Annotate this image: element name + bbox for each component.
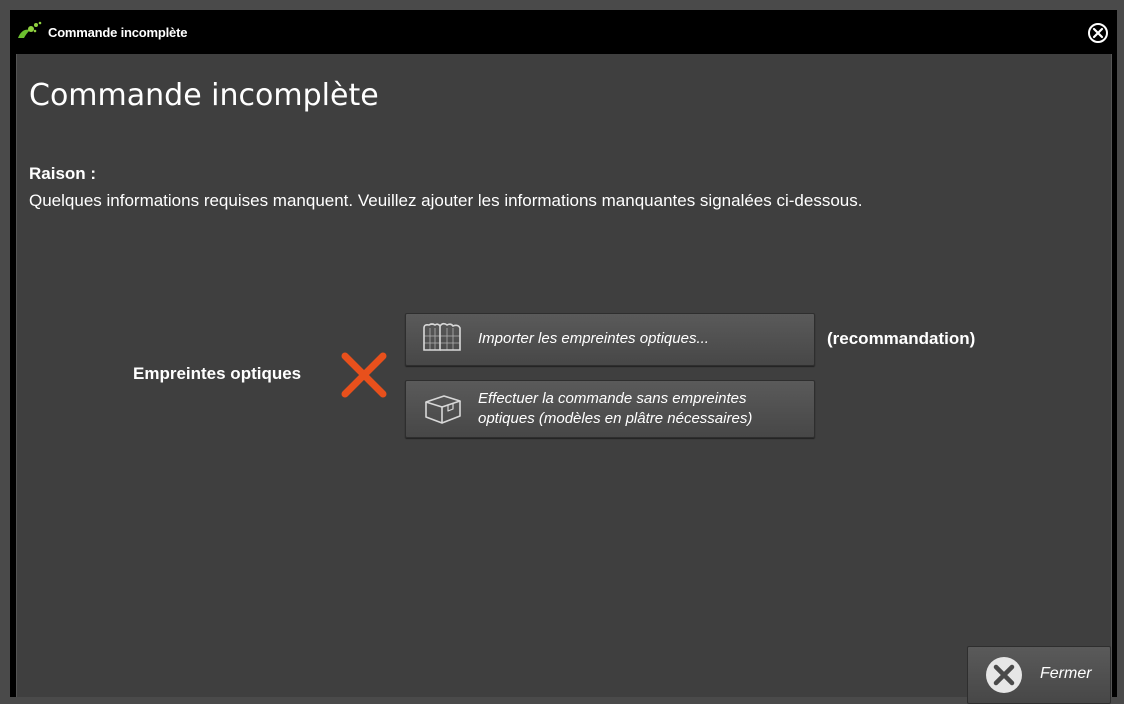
close-circle-icon [984,655,1024,695]
close-icon[interactable] [1087,22,1109,44]
import-optical-impressions-button[interactable]: Importer les empreintes optiques... [405,313,815,366]
order-button-label-line1: Effectuer la commande sans empreintes [478,390,747,407]
app-logo-icon [16,20,42,42]
dental-scan-icon [420,322,466,356]
requirement-label: Empreintes optiques [133,364,302,383]
fermer-button[interactable]: Fermer [967,646,1111,704]
window-title: Commande incomplète [48,25,188,40]
missing-x-icon [339,350,389,400]
dialog-window: Commande incomplète Commande incomplète … [10,10,1117,704]
reason-label: Raison : [29,164,97,183]
reason-text: Quelques informations requises manquent.… [29,191,863,210]
recommendation-note: (recommandation) [827,329,976,348]
fermer-label: Fermer [1040,665,1092,682]
order-button-label-line2: optiques (modèles en plâtre nécessaires) [478,410,753,427]
page-title: Commande incomplète [29,78,379,113]
order-without-impressions-button[interactable]: Effectuer la commande sans empreintes op… [405,380,815,438]
import-button-label: Importer les empreintes optiques... [478,330,709,347]
dialog-content: Commande incomplète Raison : Quelques in… [16,54,1112,704]
title-bar: Commande incomplète [10,10,1117,54]
order-button-label: Effectuer la commande sans empreintes op… [478,389,808,429]
package-box-icon [420,392,466,426]
